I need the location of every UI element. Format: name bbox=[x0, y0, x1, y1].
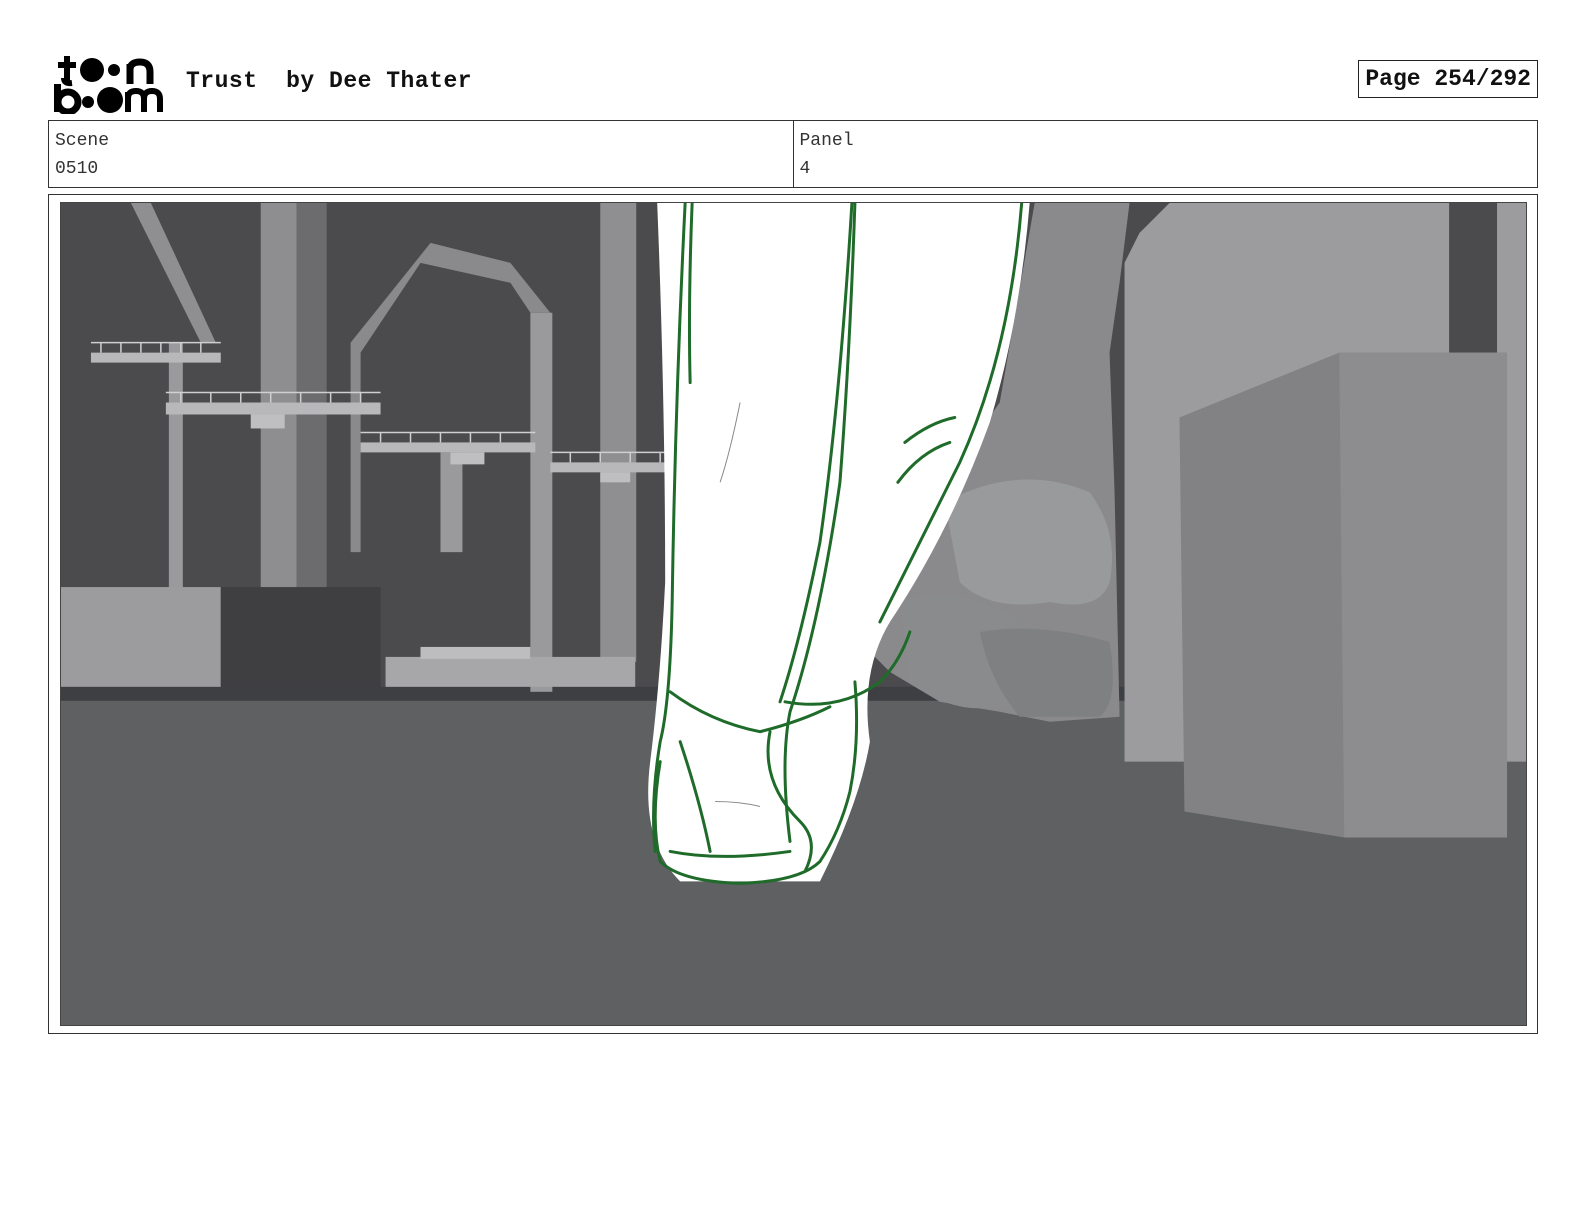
panel-illustration bbox=[61, 203, 1526, 1025]
panel-cell: Panel 4 bbox=[792, 121, 1538, 187]
page-counter: Page 254/292 bbox=[1358, 60, 1538, 98]
scene-label: Scene bbox=[55, 131, 110, 151]
scene-cell: Scene 0510 bbox=[49, 121, 793, 187]
toon-boom-logo-icon bbox=[54, 56, 163, 116]
scene-value: 0510 bbox=[55, 159, 99, 179]
panel-frame bbox=[48, 194, 1538, 1034]
storyboard-panel-image bbox=[60, 202, 1527, 1026]
panel-value: 4 bbox=[799, 159, 811, 179]
page-header: Trust by Dee Thater Page 254/292 bbox=[48, 50, 1538, 116]
panel-label: Panel bbox=[799, 131, 854, 151]
scene-panel-info: Scene 0510 Panel 4 bbox=[48, 120, 1538, 188]
storyboard-title: Trust by Dee Thater bbox=[186, 68, 473, 94]
toon-boom-logo bbox=[52, 52, 164, 116]
